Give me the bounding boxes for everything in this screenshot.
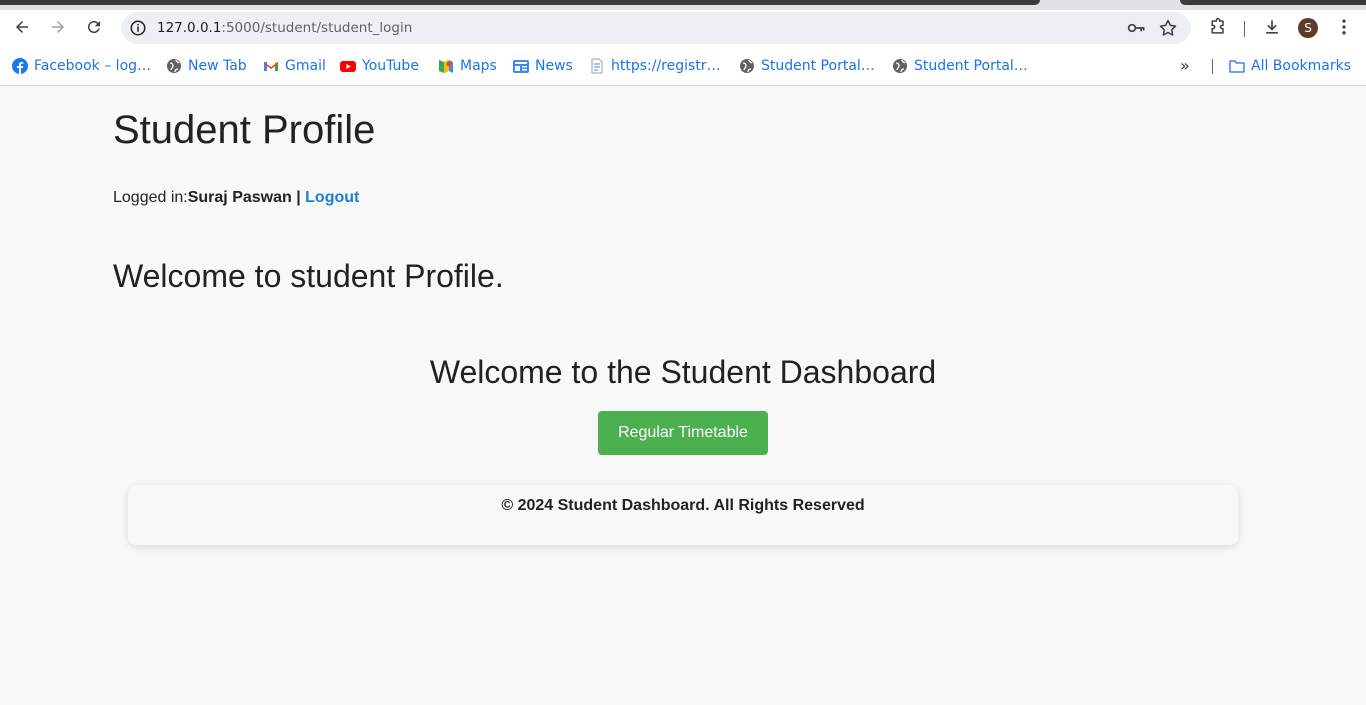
globe-icon — [893, 59, 907, 73]
folder-icon — [1229, 60, 1245, 73]
all-bookmarks-label: All Bookmarks — [1251, 58, 1352, 74]
bookmark-maps[interactable]: Maps — [438, 56, 497, 76]
more-vertical-icon — [1342, 19, 1346, 35]
back-button[interactable] — [7, 12, 37, 42]
bookmark-youtube[interactable]: YouTube — [340, 56, 419, 76]
reload-button[interactable] — [79, 12, 109, 42]
site-info-icon[interactable] — [129, 19, 147, 37]
bookmark-label: https://registr… — [611, 58, 721, 74]
globe-icon — [167, 59, 181, 73]
profile-avatar[interactable]: S — [1298, 18, 1318, 38]
tab-strip — [0, 0, 1366, 10]
page-content: Student Profile Logged in:Suraj Paswan |… — [0, 86, 1366, 705]
arrow-right-icon — [52, 21, 64, 33]
dashboard-heading: Welcome to the Student Dashboard — [429, 354, 937, 390]
bookmark-label: Facebook – log… — [34, 58, 152, 74]
puzzle-icon — [1211, 17, 1224, 34]
bookmark-student-portal-1[interactable]: Student Portal… — [739, 56, 875, 76]
page-title: Student Profile — [113, 108, 376, 152]
page-footer: © 2024 Student Dashboard. All Rights Res… — [128, 485, 1238, 545]
footer-copyright: © 2024 Student Dashboard. All Rights Res… — [501, 497, 865, 514]
bookmark-label: News — [535, 58, 573, 74]
browser-toolbar: 127.0.0.1:5000/student/student_login S — [0, 10, 1366, 46]
logout-link[interactable]: Logout — [305, 189, 359, 206]
user-name: Suraj Paswan — [187, 189, 292, 206]
bookmark-news[interactable]: News — [513, 56, 573, 76]
bookmark-label: New Tab — [188, 58, 247, 74]
browser-menu-button[interactable] — [1329, 12, 1359, 42]
news-icon — [513, 60, 529, 73]
forward-button[interactable] — [43, 12, 73, 42]
bookmark-registration[interactable]: https://registr… — [589, 56, 721, 76]
gmail-icon — [264, 62, 278, 71]
password-key-icon[interactable] — [1127, 19, 1147, 37]
download-icon — [1266, 20, 1278, 34]
bookmark-label: YouTube — [362, 58, 419, 74]
maps-icon — [439, 60, 453, 73]
url-path: :5000/student/student_login — [221, 20, 413, 36]
bookmark-gmail[interactable]: Gmail — [263, 56, 326, 76]
bookmark-label: Maps — [460, 58, 497, 74]
address-bar[interactable]: 127.0.0.1:5000/student/student_login — [121, 12, 1191, 44]
bookmark-new-tab[interactable]: New Tab — [166, 56, 247, 76]
bookmark-facebook[interactable]: Facebook – log… — [12, 56, 151, 76]
reload-icon — [87, 21, 100, 34]
url-host: 127.0.0.1 — [157, 20, 222, 36]
extensions-button[interactable] — [1203, 12, 1233, 42]
youtube-icon — [340, 61, 356, 72]
url-text[interactable]: 127.0.0.1:5000/student/student_login — [157, 20, 412, 36]
more-bookmarks-button[interactable]: » — [1180, 56, 1200, 76]
browser-tab[interactable] — [0, 0, 1040, 5]
regular-timetable-button[interactable]: Regular Timetable — [598, 411, 768, 455]
bookmark-label: Student Portal… — [761, 58, 875, 74]
logged-in-status: Logged in:Suraj Paswan | Logout — [113, 189, 359, 207]
facebook-icon — [12, 58, 28, 74]
bookmark-label: Student Portal… — [914, 58, 1028, 74]
welcome-profile-heading: Welcome to student Profile. — [113, 258, 504, 294]
arrow-left-icon — [16, 21, 28, 33]
bookmark-label: Gmail — [285, 58, 326, 74]
bookmark-star-icon[interactable] — [1158, 18, 1178, 38]
all-bookmarks-button[interactable]: All Bookmarks — [1229, 56, 1351, 76]
bookmark-student-portal-2[interactable]: Student Portal… — [892, 56, 1028, 76]
logged-in-prefix: Logged in: — [113, 189, 188, 206]
globe-icon — [740, 59, 754, 73]
browser-tab[interactable] — [1180, 0, 1366, 5]
toolbar-divider — [1244, 21, 1245, 37]
document-icon — [591, 58, 603, 74]
downloads-button[interactable] — [1257, 12, 1287, 42]
bookmarks-bar: Facebook – log… New Tab Gmail YouTube Ma… — [0, 46, 1366, 86]
status-separator: | — [291, 189, 306, 206]
bookmarks-divider — [1212, 59, 1213, 74]
